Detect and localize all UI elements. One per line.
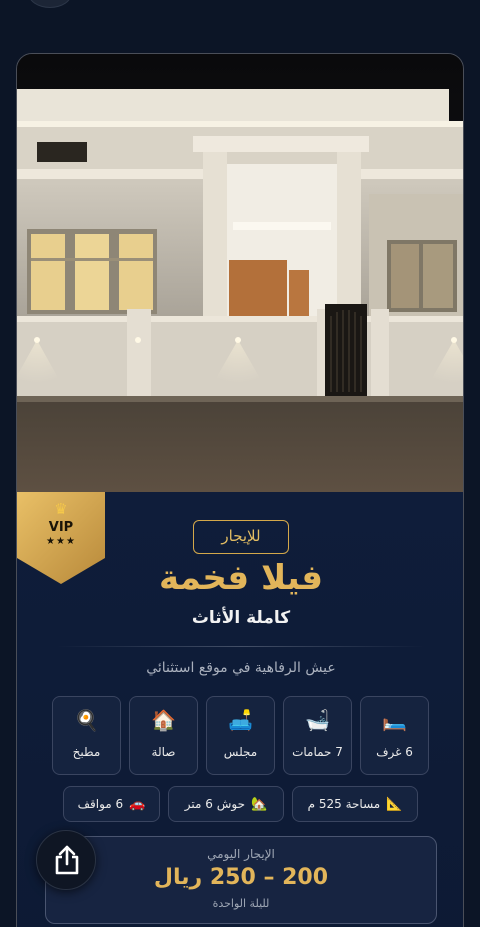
feature-rooms: 🛏️ 6 غرف	[360, 696, 429, 775]
listing-subtitle: كاملة الأثاث	[191, 608, 291, 628]
villa-photo	[17, 54, 463, 492]
crown-icon: ♛	[54, 500, 68, 518]
detail-label: مساحة 525 م	[307, 797, 381, 811]
bed-icon: 🛏️	[382, 708, 407, 732]
house-icon: 🏠	[151, 708, 176, 732]
detail-label: حوش 6 متر	[184, 797, 246, 811]
ruler-icon: 📐	[386, 797, 403, 812]
price-box: الإيجار اليومي 200 – 250 ريال لليلة الوا…	[45, 836, 437, 924]
price-label: الإيجار اليومي	[207, 847, 275, 861]
detail-label: 6 مواقف	[77, 797, 124, 811]
price-value: 200 – 250 ريال	[153, 865, 329, 890]
share-button[interactable]	[36, 830, 96, 890]
detail-parking: 🚗 6 مواقف	[63, 786, 160, 822]
frying-pan-icon: 🍳	[74, 708, 99, 732]
feature-label: صالة	[151, 745, 176, 759]
car-icon: 🚗	[129, 797, 146, 812]
feature-label: مطبخ	[72, 745, 101, 759]
listing-title: فيلا فخمة	[159, 558, 323, 598]
feature-label: 7 حمامات	[292, 745, 343, 759]
feature-label: مجلس	[223, 745, 258, 759]
divider	[57, 646, 425, 647]
yard-icon: 🏡	[251, 797, 268, 812]
feature-kitchen: 🍳 مطبخ	[52, 696, 121, 775]
features-row: 🛏️ 6 غرف 🛁 7 حمامات 🛋️ مجلس 🏠 صالة 🍳 مطب…	[17, 696, 463, 776]
for-rent-tag: للإيجار	[193, 520, 289, 554]
bathtub-icon: 🛁	[305, 708, 330, 732]
feature-bathrooms: 🛁 7 حمامات	[283, 696, 352, 775]
feature-label: 6 غرف	[376, 745, 413, 759]
vip-stars: ★★★	[46, 536, 76, 547]
top-button-fragment[interactable]	[28, 0, 72, 8]
feature-hall: 🏠 صالة	[129, 696, 198, 775]
price-note: لليلة الواحدة	[212, 897, 270, 910]
vip-label: VIP	[48, 520, 74, 535]
detail-yard: 🏡 حوش 6 متر	[168, 786, 284, 822]
detail-area: 📐 مساحة 525 م	[292, 786, 418, 822]
listing-card: ♛ VIP ★★★ للإيجار فيلا فخمة كاملة الأثاث…	[16, 53, 464, 927]
sofa-icon: 🛋️	[228, 708, 253, 732]
share-icon	[55, 845, 79, 875]
feature-majlis: 🛋️ مجلس	[206, 696, 275, 775]
listing-tagline: عيش الرفاهية في موقع استثنائي	[146, 660, 336, 676]
